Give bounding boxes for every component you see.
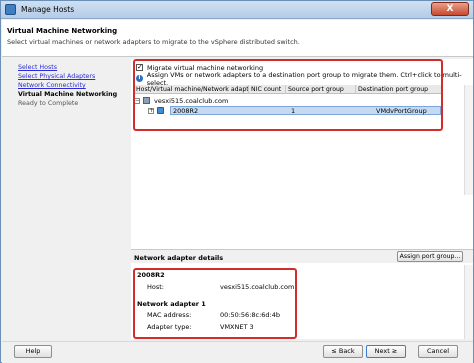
page-title: Virtual Machine Networking — [7, 27, 118, 35]
manage-hosts-window: Manage Hosts X Virtual Machine Networkin… — [0, 0, 474, 363]
details-scrollbar[interactable] — [464, 265, 473, 339]
page-subtitle: Select virtual machines or network adapt… — [7, 38, 300, 46]
grid-scrollbar[interactable] — [464, 85, 473, 195]
step-virtual-machine-networking: Virtual Machine Networking — [18, 91, 118, 98]
details-bar: Network adapter details Assign port grou… — [131, 249, 473, 263]
step-select-physical-adapters[interactable]: Select Physical Adapters — [18, 72, 136, 81]
details-section-title: Network adapter details — [134, 254, 224, 262]
back-button[interactable]: ≤ Back — [323, 345, 363, 358]
help-button[interactable]: Help — [14, 345, 52, 358]
next-button[interactable]: Next ≥ — [366, 345, 406, 358]
step-ready-to-complete: Ready to Complete — [18, 100, 79, 107]
content-panel: Migrate virtual machine networking i Ass… — [131, 59, 473, 339]
window-title: Manage Hosts — [21, 5, 75, 14]
close-button[interactable]: X — [431, 2, 469, 16]
wizard-steps: Select Hosts Select Physical Adapters Ne… — [18, 63, 136, 108]
title-bar[interactable]: Manage Hosts X — [1, 1, 473, 19]
assign-port-group-button[interactable]: Assign port group... — [397, 251, 463, 262]
cancel-button[interactable]: Cancel — [418, 345, 458, 358]
highlight-box-details — [133, 268, 297, 339]
highlight-box-migrate — [133, 59, 443, 131]
wizard-header: Virtual Machine Networking Select virtua… — [2, 20, 473, 57]
app-icon — [5, 4, 16, 15]
step-select-hosts[interactable]: Select Hosts — [18, 63, 136, 72]
step-network-connectivity[interactable]: Network Connectivity — [18, 81, 136, 90]
wizard-footer: Help ≤ Back Next ≥ Cancel — [2, 341, 473, 363]
